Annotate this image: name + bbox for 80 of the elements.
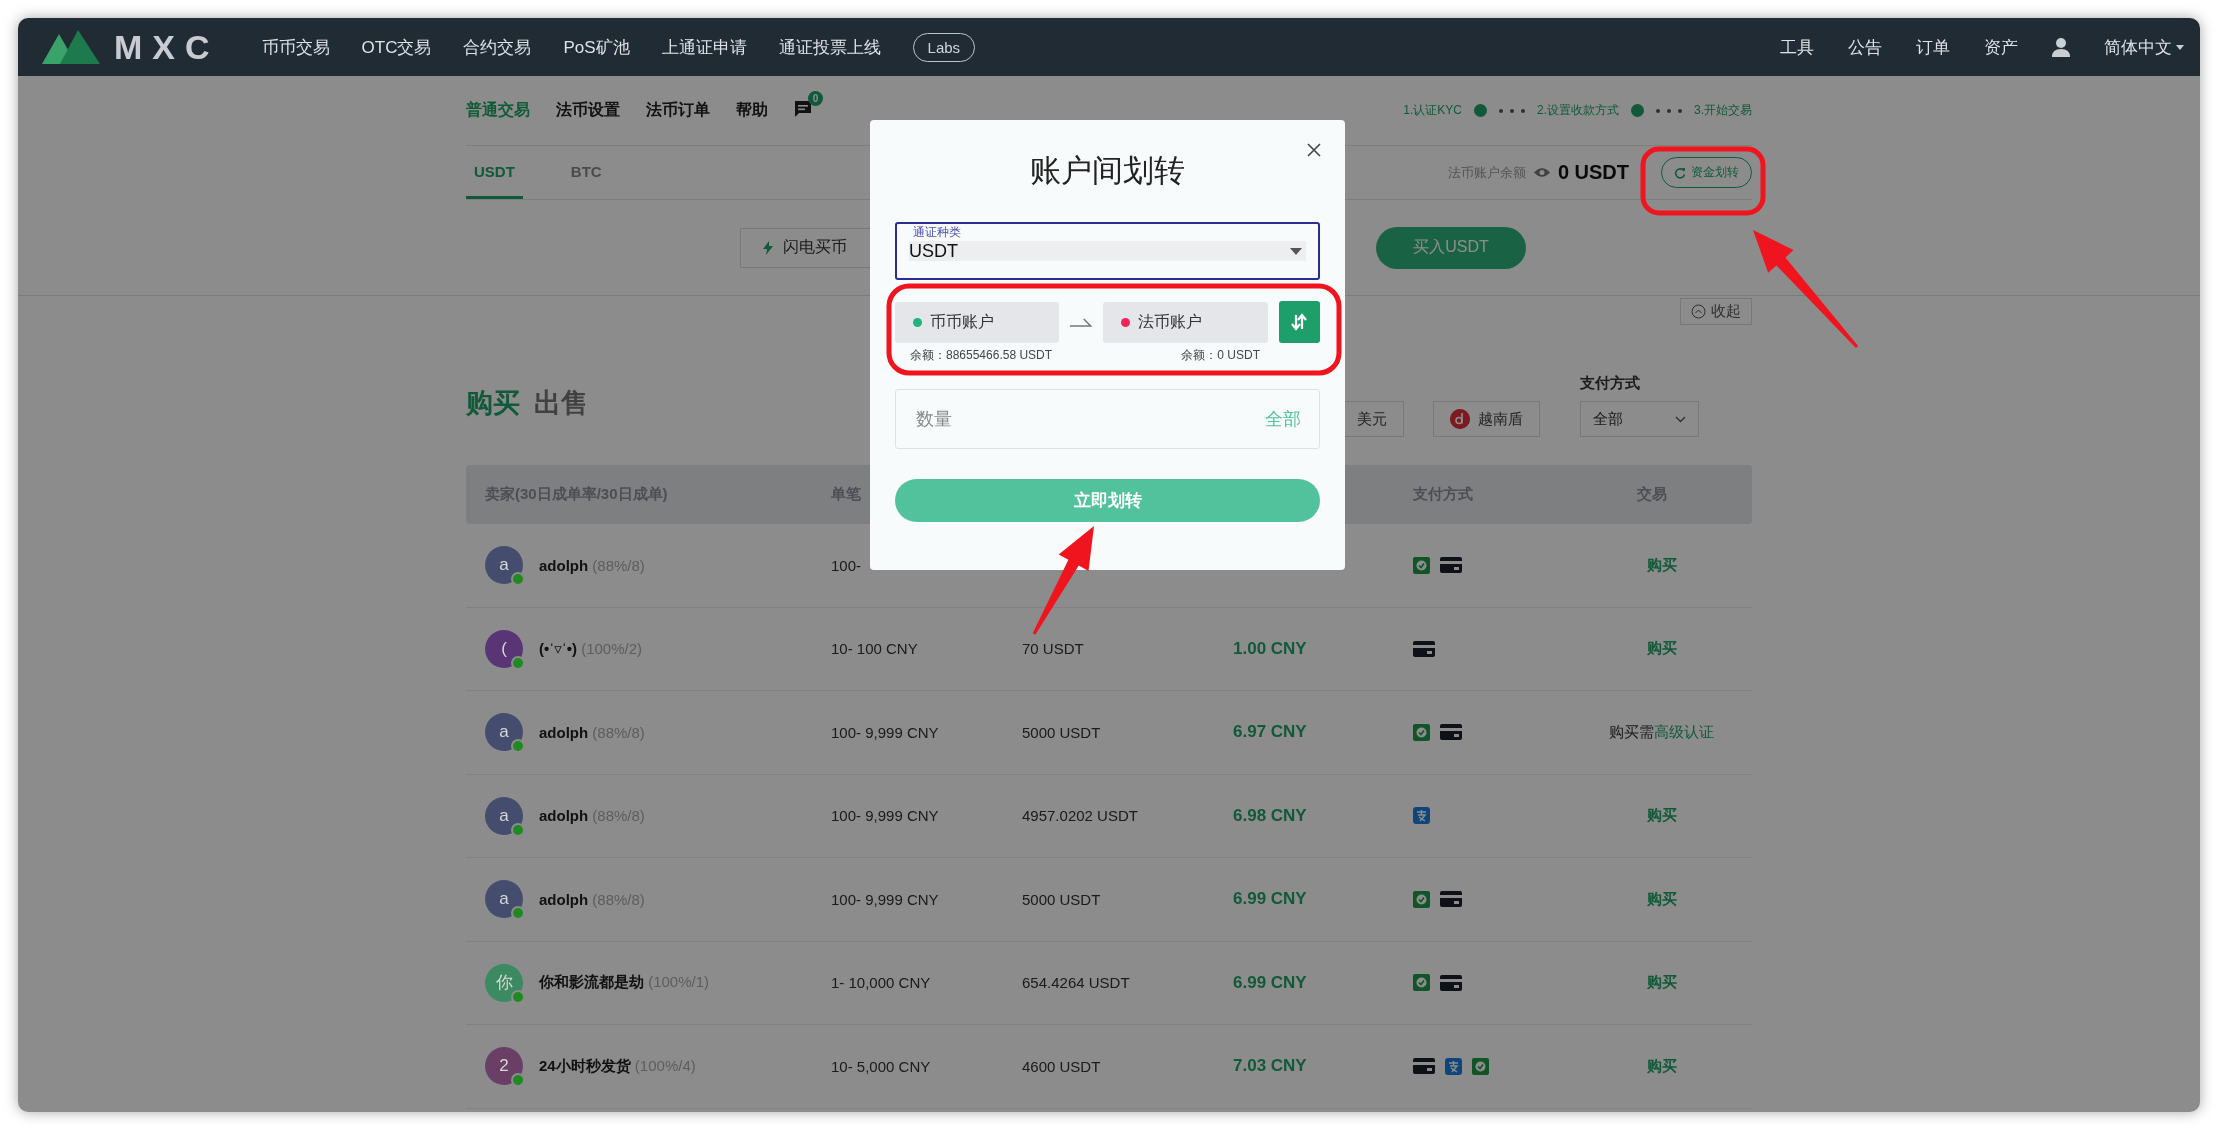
balance-text: 余额：88655466.58 USDT <box>910 347 1053 364</box>
nav-link[interactable]: 资产 <box>1984 35 2018 59</box>
subnav-tab[interactable]: 法币设置 <box>556 100 620 121</box>
table-cell-text: 654.4264 USDT <box>1022 974 1131 992</box>
table-cell-text: 100- <box>831 556 863 574</box>
filter-label: 支付方式 <box>1580 374 1641 393</box>
card-icon <box>1440 557 1462 574</box>
avatar: a <box>485 713 523 752</box>
step-label: 1.认证KYC <box>1403 102 1462 119</box>
swap-icon <box>1289 312 1310 332</box>
payment-dropdown[interactable]: 全部 <box>1580 401 1699 437</box>
price-cell-text: 6.99 CNY <box>1233 889 1308 910</box>
dialog-title: 账户间划转 <box>1030 153 1185 188</box>
table-cell-text: 5000 USDT <box>1022 723 1102 741</box>
subnav-tab[interactable]: 法币订单 <box>646 100 710 121</box>
avatar: ( <box>485 629 523 668</box>
price-cell-text: 7.03 CNY <box>1233 1056 1308 1077</box>
card-icon <box>1440 974 1462 991</box>
nav-link[interactable]: 合约交易 <box>463 35 532 59</box>
nav-link[interactable]: 订单 <box>1916 35 1950 59</box>
avatar: a <box>485 546 523 585</box>
swap-button[interactable] <box>1278 301 1320 343</box>
step-label: 3.开始交易 <box>1694 102 1752 119</box>
balance-text: 余额：0 USDT <box>1181 347 1260 364</box>
nav-link[interactable]: 通证投票上线 <box>778 35 881 59</box>
eye-icon[interactable] <box>1533 167 1550 178</box>
price-cell-text: 6.97 CNY <box>1233 722 1308 743</box>
close-icon <box>1307 143 1321 157</box>
price-cell-text: 1.00 CNY <box>1233 638 1308 659</box>
nav-link[interactable]: 币币交易 <box>261 35 330 59</box>
alipay-icon <box>1445 1057 1462 1075</box>
ellipsis-icon <box>1656 108 1682 113</box>
alipay-icon <box>1413 807 1430 825</box>
chevron-down-icon <box>1675 415 1686 423</box>
avatar: a <box>485 796 523 835</box>
message-count: 0 <box>808 90 823 106</box>
currency-filter[interactable]: 越南盾 <box>1433 401 1540 437</box>
card-icon <box>1413 1058 1435 1075</box>
table-cell-text: 5000 USDT <box>1022 890 1102 908</box>
target-account[interactable]: 法币账户 <box>1103 301 1268 343</box>
table-cell-text: 4957.0202 USDT <box>1022 807 1139 825</box>
chevron-up-icon <box>1691 304 1706 319</box>
card-icon <box>1413 640 1435 657</box>
nav-link[interactable]: OTC交易 <box>361 35 432 59</box>
table-cell-text: 100- 9,999 CNY <box>831 807 940 825</box>
balance-value: 0 USDT <box>1557 161 1629 184</box>
table-cell-text: 100- 9,999 CNY <box>831 890 940 908</box>
price-cell-text: 6.99 CNY <box>1233 972 1308 993</box>
card-icon <box>1440 891 1462 908</box>
caret-down-icon <box>2176 44 2184 50</box>
table-cell-text: 1- 10,000 CNY <box>831 974 932 992</box>
lightning-icon <box>763 240 773 255</box>
language-selector[interactable]: 简体中文 <box>2104 35 2184 59</box>
nav-link[interactable]: 工具 <box>1780 35 1814 59</box>
caret-down-icon <box>1290 247 1302 255</box>
verification-note: 购买需高级认证 <box>1609 722 1714 740</box>
step-label: 2.设置收款方式 <box>1536 102 1619 119</box>
card-icon <box>1440 724 1462 741</box>
table-cell-text: 10- 5,000 CNY <box>831 1057 932 1075</box>
chat-icon[interactable] <box>794 99 812 118</box>
table-cell-text: 4600 USDT <box>1022 1057 1102 1075</box>
table-cell-text: 70 USDT <box>1022 640 1085 658</box>
subnav-tab[interactable]: 帮助 <box>736 100 768 121</box>
avatar: 你 <box>485 963 523 1002</box>
avatar: a <box>485 880 523 919</box>
logo-text: MXC <box>114 27 220 67</box>
refresh-icon <box>1674 166 1686 179</box>
nav-link[interactable]: PoS矿池 <box>563 35 630 59</box>
price-cell-text: 6.98 CNY <box>1233 805 1308 826</box>
nav-link[interactable]: 公告 <box>1848 35 1882 59</box>
source-account[interactable]: 币币账户 <box>895 301 1060 343</box>
logo-icon <box>42 30 100 64</box>
ellipsis-icon <box>1498 108 1525 113</box>
collapse-button[interactable]: 收起 <box>1680 298 1752 325</box>
table-cell-text: 10- 100 CNY <box>831 640 919 658</box>
table-cell-text: 100- 9,999 CNY <box>831 723 940 741</box>
avatar: 2 <box>485 1047 523 1086</box>
side-tab[interactable]: 出售 <box>534 385 588 421</box>
user-icon[interactable] <box>2052 37 2070 57</box>
nav-link[interactable]: 上通证申请 <box>661 35 747 59</box>
